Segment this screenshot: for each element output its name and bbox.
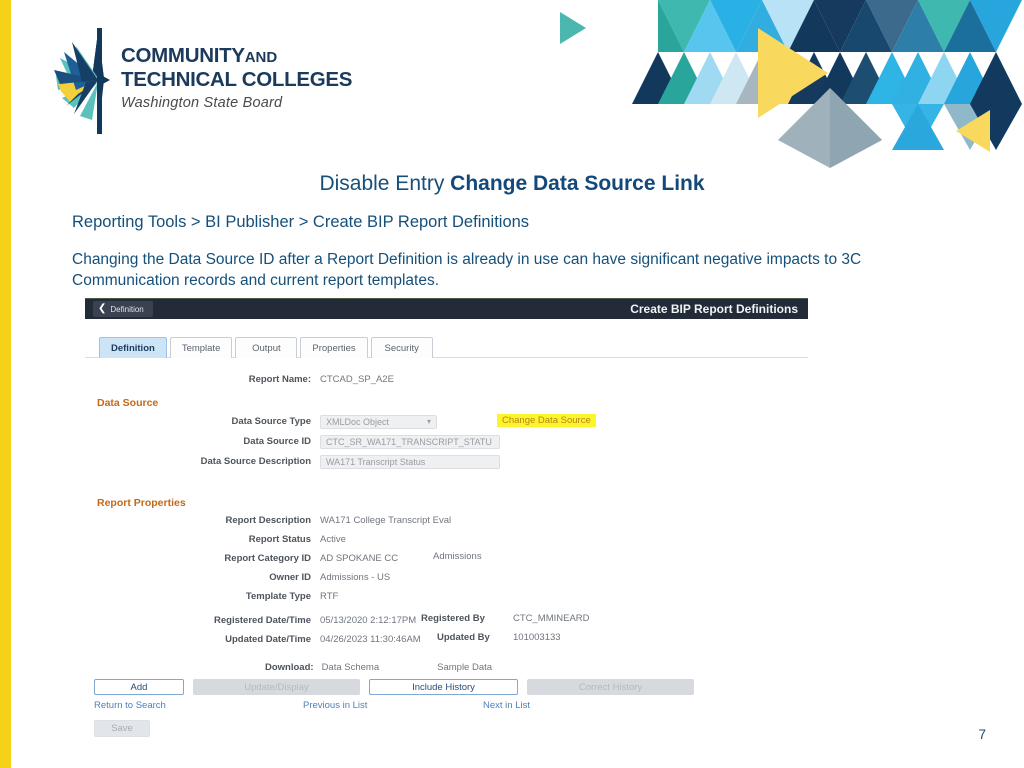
change-data-source-link[interactable]: Change Data Source [497,414,596,427]
data-source-type-row: Data Source Type XMLDoc Object ▾ Change … [85,414,808,429]
logo-wordmark: COMMUNITYAND TECHNICAL COLLEGES Washingt… [121,45,353,112]
save-button-row: Save [94,720,808,737]
tab-properties[interactable]: Properties [300,337,368,358]
data-source-description-field[interactable]: WA171 Transcript Status [320,454,500,469]
chevron-left-icon: ❮ [98,303,107,314]
left-accent-bar [0,0,11,768]
data-source-description-row: Data Source Description WA171 Transcript… [85,454,808,469]
owner-id-value: Admissions - US [320,572,391,583]
download-row: Download: Data Schema Sample Data [265,662,808,673]
logo-line-1-small: AND [244,49,278,66]
data-source-id-label: Data Source ID [243,436,311,447]
owner-id-row: Owner ID Admissions - US [85,570,808,585]
updated-datetime-row: Updated Date/Time 04/26/2023 11:30:46AM … [85,632,808,647]
brand-logo: COMMUNITYAND TECHNICAL COLLEGES Washingt… [52,28,352,134]
template-type-value: RTF [320,591,339,602]
report-category-label: Report Category ID [224,553,311,564]
embedded-screenshot: ❮ Definition Create BIP Report Definitio… [85,298,808,737]
decorative-triangles-graphic [550,0,1024,185]
tab-security-label: Security [384,342,419,354]
owner-id-label: Owner ID [269,572,311,583]
report-category-row: Report Category ID AD SPOKANE CC Admissi… [85,551,808,566]
tab-security[interactable]: Security [370,337,433,358]
tab-definition-label: Definition [111,342,155,354]
registered-datetime-value: 05/13/2020 2:12:17PM [320,615,417,626]
data-source-type-select[interactable]: XMLDoc Object ▾ [320,414,437,429]
download-label: Download: [265,662,314,673]
data-source-type-label: Data Source Type [231,416,311,427]
include-history-button[interactable]: Include History [369,679,518,695]
body-paragraph: Changing the Data Source ID after a Repo… [72,251,862,289]
tab-bar: Definition Template Output Properties Se… [85,336,808,358]
report-name-row: Report Name: CTCAD_SP_A2E [85,372,808,387]
registered-datetime-row: Registered Date/Time 05/13/2020 2:12:17P… [85,613,808,628]
slide-root: COMMUNITYAND TECHNICAL COLLEGES Washingt… [0,0,1024,768]
page-number: 7 [978,727,986,742]
data-source-id-value: CTC_SR_WA171_TRANSCRIPT_STATU [326,436,492,447]
logo-line-2: TECHNICAL COLLEGES [121,68,353,91]
return-to-search-link[interactable]: Return to Search [94,700,166,711]
logo-line-1-main: COMMUNITY [121,44,245,67]
page-title: Disable Entry Change Data Source Link [0,172,1024,196]
data-source-type-value: XMLDoc Object [326,416,390,427]
page-title-bold: Change Data Source Link [450,172,705,195]
tab-template[interactable]: Template [169,337,233,358]
tab-template-label: Template [181,342,221,354]
navigation-link-row: Return to Search Previous in List Next i… [94,700,808,712]
tab-output-label: Output [252,342,281,354]
add-button[interactable]: Add [94,679,184,695]
save-button[interactable]: Save [94,720,150,737]
breadcrumb: Reporting Tools > BI Publisher > Create … [72,213,530,231]
template-type-label: Template Type [245,591,311,602]
starburst-logo-icon [52,28,124,134]
previous-in-list-link[interactable]: Previous in List [303,700,367,711]
report-properties-heading: Report Properties [97,497,186,509]
updated-datetime-label: Updated Date/Time [225,634,311,645]
updated-by-value: 101003133 [513,632,561,643]
report-description-label: Report Description [225,515,311,526]
report-description-row: Report Description WA171 College Transcr… [85,513,808,528]
template-type-row: Template Type RTF [85,589,808,604]
data-source-id-field[interactable]: CTC_SR_WA171_TRANSCRIPT_STATU [320,434,500,449]
action-button-row: Add Update/Display Include History Corre… [94,679,808,695]
tab-definition[interactable]: Definition [99,337,167,358]
data-source-description-value: WA171 Transcript Status [326,456,426,467]
back-to-definition-button[interactable]: ❮ Definition [93,301,153,317]
registered-by-value: CTC_MMINEARD [513,613,590,624]
tab-properties-label: Properties [312,342,356,354]
download-sample-data-link[interactable]: Sample Data [437,662,492,673]
app-header-bar: ❮ Definition Create BIP Report Definitio… [85,298,808,319]
correct-history-button[interactable]: Correct History [527,679,694,695]
report-name-value: CTCAD_SP_A2E [320,374,394,385]
data-source-heading: Data Source [97,397,159,409]
report-category-value: AD SPOKANE CC [320,553,399,564]
report-name-label: Report Name: [248,374,311,385]
report-status-value: Active [320,534,346,545]
tab-output[interactable]: Output [235,337,298,358]
data-source-id-row: Data Source ID CTC_SR_WA171_TRANSCRIPT_S… [85,434,808,449]
data-source-section: Data Source Data Source Type XMLDoc Obje… [85,397,808,469]
report-category-extra: Admissions [433,551,482,562]
next-in-list-link[interactable]: Next in List [483,700,530,711]
back-button-label: Definition [110,304,144,314]
updated-datetime-value: 04/26/2023 11:30:46AM [320,634,421,645]
registered-by-label: Registered By [421,613,485,624]
updated-by-label: Updated By [437,632,490,643]
chevron-down-icon: ▾ [426,417,431,426]
triangle-cluster [560,0,1022,168]
data-source-description-label: Data Source Description [200,456,311,467]
report-properties-section: Report Properties Report Description WA1… [85,497,808,647]
report-description-value: WA171 College Transcript Eval [320,515,452,526]
logo-line-1: COMMUNITYAND [121,45,352,69]
download-data-schema-link[interactable]: Data Schema [322,662,380,673]
page-title-regular: Disable Entry [319,172,451,195]
report-status-label: Report Status [248,534,311,545]
update-display-button[interactable]: Update/Display [193,679,360,695]
report-status-row: Report Status Active [85,532,808,547]
app-header-title: Create BIP Report Definitions [630,302,798,316]
logo-line-3: Washington State Board [121,95,283,111]
registered-datetime-label: Registered Date/Time [214,615,311,626]
